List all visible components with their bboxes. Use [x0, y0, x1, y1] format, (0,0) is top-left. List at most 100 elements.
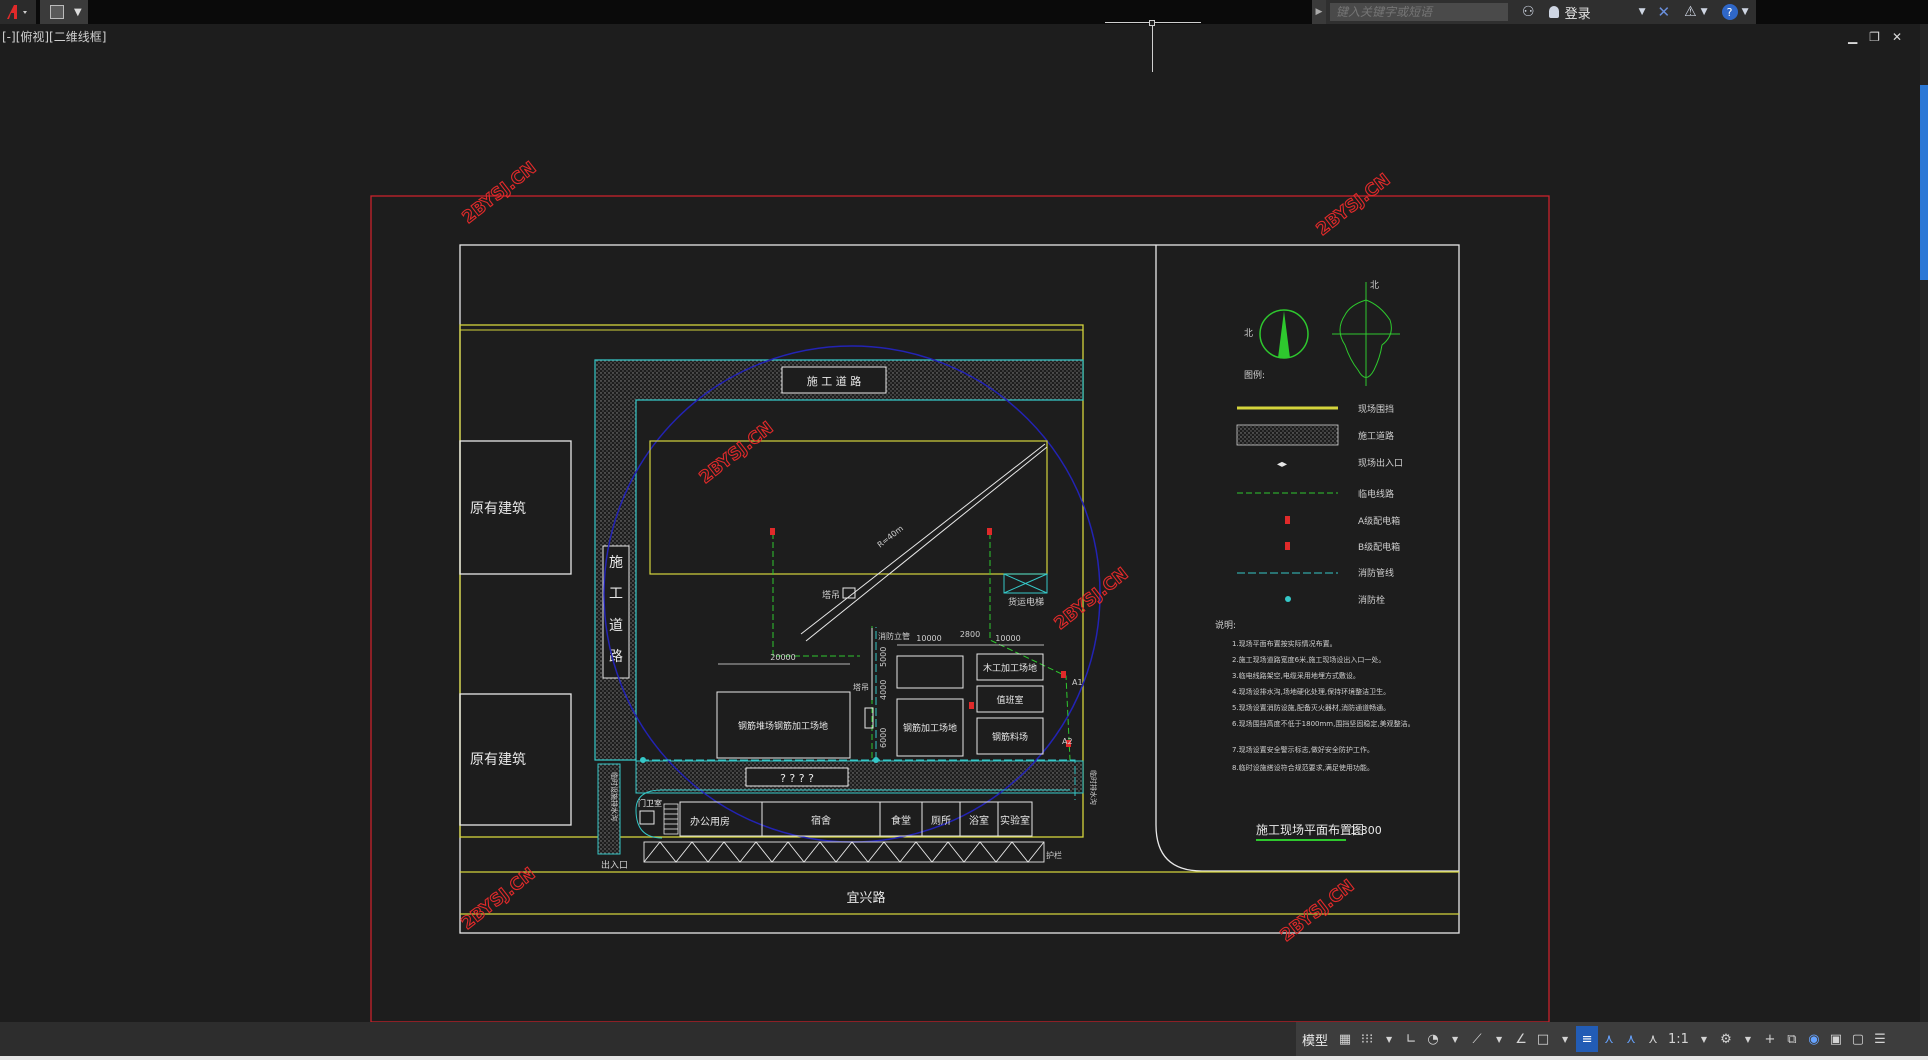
- auto-scale-icon[interactable]: ⋏: [1620, 1026, 1642, 1052]
- ortho-icon[interactable]: ∟: [1400, 1026, 1422, 1052]
- legend-item: 现场出入口: [1358, 457, 1403, 469]
- search-input[interactable]: [1330, 3, 1508, 21]
- watermark: 2BYSJ.CN: [1277, 876, 1359, 946]
- exchange-icon[interactable]: ✕: [1658, 3, 1671, 21]
- cursor-pickbox: [1149, 20, 1155, 26]
- road-label-v1: 施: [609, 555, 623, 571]
- legend-swatch-road: [1236, 424, 1339, 446]
- dim-label: 10000: [995, 634, 1020, 643]
- open-file-icon[interactable]: [50, 5, 64, 19]
- dim-label: 5000: [879, 647, 888, 667]
- legend-item: 现场围挡: [1358, 403, 1394, 415]
- note-line: 3.临电线路架空,电缆采用地埋方式敷设。: [1232, 671, 1360, 680]
- help-icon[interactable]: ?: [1721, 4, 1738, 20]
- object-track-icon[interactable]: ∠: [1510, 1026, 1532, 1052]
- chevron-down-icon[interactable]: ▼: [1488, 1026, 1510, 1052]
- binoculars-icon[interactable]: ⚇: [1522, 4, 1535, 20]
- dim-label: 10000: [916, 634, 941, 643]
- snap-icon[interactable]: ⁝⁝⁝: [1356, 1026, 1378, 1052]
- user-icon[interactable]: [1548, 6, 1559, 18]
- hardware-accel-icon[interactable]: ▣: [1825, 1026, 1847, 1052]
- north-label: 北: [1244, 328, 1253, 339]
- a360-icon[interactable]: ⚠: [1684, 4, 1697, 20]
- distribution-box-icon: [1061, 671, 1066, 678]
- chevron-down-icon[interactable]: ▼: [1693, 1026, 1715, 1052]
- chevron-down-icon[interactable]: ▼: [1701, 7, 1708, 17]
- note-line: 1.现场平面布置按实际情况布置。: [1232, 639, 1337, 648]
- north-label: 北: [1370, 280, 1379, 291]
- scrollbar-thumb[interactable]: [1920, 85, 1928, 280]
- existing-building-label: 原有建筑: [470, 752, 526, 768]
- construction-road-bottom: [635, 760, 1084, 794]
- a2-label: A2: [1062, 737, 1073, 746]
- chevron-down-icon[interactable]: ▼: [1737, 1026, 1759, 1052]
- isolate-icon[interactable]: ◉: [1803, 1026, 1825, 1052]
- isodraft-icon[interactable]: ⟋: [1466, 1026, 1488, 1052]
- guard-room: [639, 810, 655, 825]
- note-line: 2.施工现场道路宽度6米,施工现场设出入口一处。: [1232, 655, 1385, 664]
- legend-item: A级配电箱: [1358, 515, 1400, 527]
- lineweight-icon[interactable]: ≡: [1576, 1026, 1599, 1052]
- quick-access-toolbar[interactable]: ▼: [40, 0, 88, 24]
- stairs: [663, 803, 679, 835]
- application-menu-button[interactable]: [0, 0, 36, 24]
- notes-title: 说明:: [1215, 619, 1236, 631]
- grid-icon[interactable]: ▦: [1334, 1026, 1356, 1052]
- duty-room-label: 值班室: [996, 694, 1023, 706]
- legend-swatch-box-a: [1285, 516, 1290, 524]
- plan-scale: 1:300: [1350, 824, 1382, 837]
- hydrant-icon: [640, 757, 646, 763]
- polar-icon[interactable]: ◔: [1422, 1026, 1444, 1052]
- road-label: 施 工 道 路: [807, 374, 862, 388]
- fire-riser-label: 消防立管: [878, 631, 910, 641]
- scale-display[interactable]: 1:1: [1664, 1026, 1693, 1052]
- power-line: [772, 533, 860, 657]
- rebar-yard-label: 钢筋堆场钢筋加工场地: [738, 720, 828, 732]
- unknown-label: ? ? ? ?: [780, 772, 814, 785]
- expand-arrow-icon[interactable]: ▶: [1312, 0, 1326, 24]
- login-button[interactable]: 登录: [1565, 3, 1591, 22]
- power-line: [989, 533, 1071, 761]
- chevron-down-icon[interactable]: ▼: [1639, 7, 1646, 17]
- rebar-processing-label: 钢筋加工场地: [903, 722, 957, 734]
- existing-building-label: 原有建筑: [470, 501, 526, 517]
- canteen-label: 食堂: [891, 814, 911, 827]
- note-line: 5.现场设置消防设施,配备灭火器材,消防通道畅通。: [1232, 703, 1390, 712]
- office-label: 办公用房: [690, 815, 730, 828]
- chevron-down-icon[interactable]: ▼: [74, 7, 82, 18]
- crane-boom: [805, 446, 1048, 642]
- quick-properties-icon[interactable]: ⧉: [1781, 1026, 1803, 1052]
- clean-screen-icon[interactable]: ▢: [1847, 1026, 1869, 1052]
- annotation-visibility-icon[interactable]: ⋏: [1598, 1026, 1620, 1052]
- chevron-down-icon[interactable]: ▼: [1554, 1026, 1576, 1052]
- guard-room-label: 门卫室: [638, 798, 662, 808]
- plus-icon[interactable]: +: [1759, 1026, 1781, 1052]
- watermark: 2BYSJ.CN: [459, 158, 541, 228]
- drawing-canvas[interactable]: 宜兴路 原有建筑 原有建筑 施 工 道 路 施 工 道 路 临时设施排水沟 R=…: [0, 24, 1915, 1022]
- watermark: 2BYSJ.CN: [696, 418, 778, 488]
- legend-item: 临电线路: [1358, 488, 1394, 500]
- crane-label: 塔吊: [853, 682, 869, 692]
- watermark: 2BYSJ.CN: [458, 864, 540, 934]
- wind-rose-icon: [1332, 282, 1400, 386]
- annotation-scale-icon[interactable]: ⋏: [1642, 1026, 1664, 1052]
- chevron-down-icon[interactable]: ▼: [1444, 1026, 1466, 1052]
- legend-item: 消防栓: [1358, 594, 1385, 606]
- model-space-button[interactable]: 模型: [1296, 1030, 1334, 1049]
- drainage-label: 临时设施排水沟: [610, 772, 619, 821]
- osnap-icon[interactable]: □: [1532, 1026, 1554, 1052]
- legend-item: 施工道路: [1358, 430, 1394, 442]
- hydrant-icon: [873, 757, 879, 763]
- north-arrow-fill: [1278, 311, 1290, 358]
- gear-icon[interactable]: ⚙: [1715, 1026, 1737, 1052]
- rebar-stock-label: 钢筋料场: [992, 731, 1028, 743]
- customize-menu-icon[interactable]: ☰: [1869, 1026, 1891, 1052]
- dim-label: 2800: [960, 630, 980, 639]
- watermark: 2BYSJ.CN: [1051, 564, 1133, 634]
- bath-label: 浴室: [969, 814, 989, 827]
- status-toolbar: 模型 ▦ ⁝⁝⁝ ▼ ∟ ◔ ▼ ⟋ ▼ ∠ □ ▼ ≡ ⋏ ⋏ ⋏ 1:1 ▼…: [1296, 1022, 1928, 1056]
- chevron-down-icon[interactable]: ▼: [1378, 1026, 1400, 1052]
- lab-label: 实验室: [1000, 814, 1030, 827]
- chevron-down-icon[interactable]: ▼: [1742, 7, 1749, 17]
- legend-title: 图例:: [1244, 369, 1265, 381]
